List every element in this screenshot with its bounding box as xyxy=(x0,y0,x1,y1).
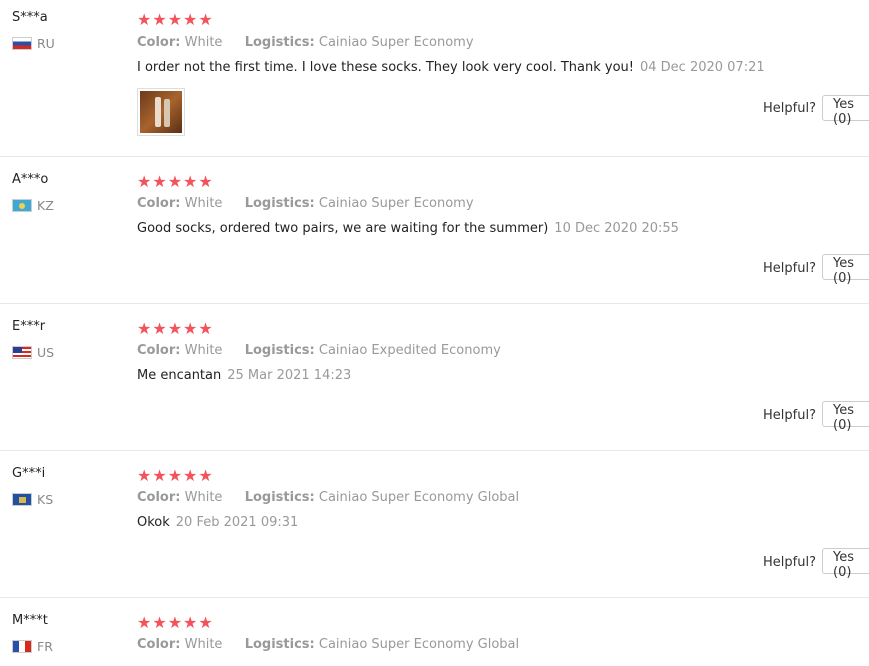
review-text: Me encantan xyxy=(137,368,222,383)
helpful-label: Helpful? xyxy=(763,101,816,116)
country-code: KS xyxy=(37,492,54,507)
star-rating: ★★★★★ xyxy=(137,172,214,191)
review-text: Good socks, ordered two pairs, we are wa… xyxy=(137,221,549,236)
reviewer-name: A***o xyxy=(12,172,49,187)
review-item: M***t FR ★★★★★ Color: White Logistics: C… xyxy=(0,598,869,666)
star-rating: ★★★★★ xyxy=(137,466,214,485)
review-item: G***i KS ★★★★★ Color: White Logistics: C… xyxy=(0,451,869,598)
review-text: I order not the first time. I love these… xyxy=(137,60,634,75)
reviewer-name: G***i xyxy=(12,466,46,481)
logistics-value: Cainiao Expedited Economy xyxy=(318,343,501,358)
logistics-value: Cainiao Super Economy xyxy=(318,35,474,50)
logistics-key: Logistics: xyxy=(244,35,315,50)
review-date: 10 Dec 2020 20:55 xyxy=(554,221,679,236)
logistics-value: Cainiao Super Economy xyxy=(318,196,474,211)
review-photo-thumbnail[interactable] xyxy=(137,88,185,136)
flag-ru-icon xyxy=(12,37,32,50)
color-key: Color: xyxy=(137,490,181,505)
star-rating: ★★★★★ xyxy=(137,10,214,29)
reviewer-name: M***t xyxy=(12,613,48,628)
reviewer-name: E***r xyxy=(12,319,46,334)
country-code: RU xyxy=(37,36,55,51)
logistics-value: Cainiao Super Economy Global xyxy=(318,490,520,505)
country-code: US xyxy=(37,345,55,360)
color-key: Color: xyxy=(137,196,181,211)
review-item: S***a RU ★★★★★ Color: White Logistics: C… xyxy=(0,0,869,157)
star-rating: ★★★★★ xyxy=(137,613,214,632)
logistics-key: Logistics: xyxy=(244,196,315,211)
color-key: Color: xyxy=(137,343,181,358)
country-code: KZ xyxy=(37,198,54,213)
color-value: White xyxy=(184,35,223,50)
helpful-label: Helpful? xyxy=(763,261,816,276)
logistics-key: Logistics: xyxy=(244,637,315,652)
review-date: 04 Dec 2020 07:21 xyxy=(639,60,765,75)
helpful-yes-button[interactable]: Yes (0) xyxy=(822,95,869,127)
star-rating: ★★★★★ xyxy=(137,319,214,338)
review-attributes: Color: White Logistics: Cainiao Expedite… xyxy=(137,343,501,358)
reviewer-country: US xyxy=(12,345,54,360)
flag-ks-icon xyxy=(12,493,32,506)
country-code: FR xyxy=(37,639,53,654)
helpful-label: Helpful? xyxy=(763,408,816,423)
helpful-yes-button[interactable]: Yes (0) xyxy=(822,548,869,580)
flag-kz-icon xyxy=(12,199,32,212)
review-date: 25 Mar 2021 14:23 xyxy=(227,368,352,383)
review-attributes: Color: White Logistics: Cainiao Super Ec… xyxy=(137,490,519,505)
review-text-line: Okok 20 Feb 2021 09:31 xyxy=(137,515,298,530)
review-photo xyxy=(140,91,182,133)
helpful-yes-button[interactable]: Yes (0) xyxy=(822,401,869,433)
logistics-key: Logistics: xyxy=(244,490,315,505)
review-text-line: Good socks, ordered two pairs, we are wa… xyxy=(137,221,679,236)
review-item: E***r US ★★★★★ Color: White Logistics: C… xyxy=(0,304,869,451)
helpful-yes-button[interactable]: Yes (0) xyxy=(822,254,869,286)
color-key: Color: xyxy=(137,637,181,652)
color-value: White xyxy=(184,490,223,505)
flag-fr-icon xyxy=(12,640,32,653)
reviewer-country: KZ xyxy=(12,198,54,213)
review-attributes: Color: White Logistics: Cainiao Super Ec… xyxy=(137,35,474,50)
color-value: White xyxy=(184,637,223,652)
review-text-line: I order not the first time. I love these… xyxy=(137,60,765,75)
review-text: Okok xyxy=(137,515,170,530)
reviewer-country: RU xyxy=(12,36,55,51)
review-date: 20 Feb 2021 09:31 xyxy=(175,515,299,530)
review-item: A***o KZ ★★★★★ Color: White Logistics: C… xyxy=(0,157,869,304)
logistics-key: Logistics: xyxy=(244,343,315,358)
reviewer-country: KS xyxy=(12,492,53,507)
reviewer-country: FR xyxy=(12,639,53,654)
review-text-line: Me encantan 25 Mar 2021 14:23 xyxy=(137,368,351,383)
flag-us-icon xyxy=(12,346,32,359)
logistics-value: Cainiao Super Economy Global xyxy=(318,637,520,652)
helpful-label: Helpful? xyxy=(763,555,816,570)
review-attributes: Color: White Logistics: Cainiao Super Ec… xyxy=(137,637,519,652)
color-key: Color: xyxy=(137,35,181,50)
review-attributes: Color: White Logistics: Cainiao Super Ec… xyxy=(137,196,474,211)
color-value: White xyxy=(184,196,223,211)
reviewer-name: S***a xyxy=(12,10,48,25)
color-value: White xyxy=(184,343,223,358)
